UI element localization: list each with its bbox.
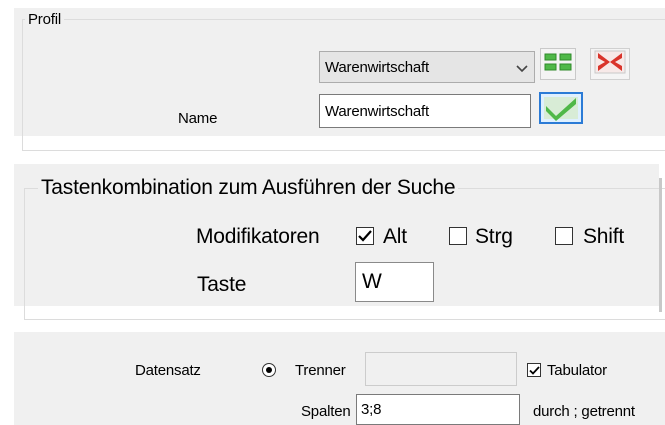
delete-profile-button[interactable] — [590, 48, 630, 80]
name-label: Name — [178, 110, 218, 127]
profile-group-label: Profil — [25, 12, 64, 27]
columns-input[interactable]: 3;8 — [356, 394, 520, 425]
key-label: Taste — [197, 273, 247, 296]
grid-icon — [544, 51, 572, 78]
chevron-down-icon — [516, 60, 528, 77]
right-scroll-edge — [659, 178, 662, 312]
separator-radio[interactable] — [262, 363, 276, 377]
shift-label: Shift — [583, 225, 625, 248]
shift-checkbox[interactable] — [555, 227, 573, 245]
record-label: Datensatz — [135, 362, 201, 379]
delete-x-icon — [594, 50, 626, 79]
profile-groupbox — [22, 19, 665, 151]
checkmark-icon — [539, 91, 583, 129]
separator-input[interactable] — [365, 352, 517, 386]
record-panel: Datensatz Trenner Tabulator Spalten 3;8 … — [14, 332, 665, 425]
hotkey-groupbox — [24, 188, 665, 320]
modifiers-label: Modifikatoren — [196, 225, 320, 248]
alt-checkbox[interactable] — [356, 227, 374, 245]
name-input[interactable]: Warenwirtschaft — [319, 94, 531, 128]
tabulator-checkbox[interactable] — [527, 363, 541, 377]
profile-select-value: Warenwirtschaft — [325, 58, 429, 76]
hotkey-group-label: Tastenkombination zum Ausführen der Such… — [38, 177, 459, 198]
alt-label: Alt — [383, 225, 407, 248]
confirm-name-button[interactable] — [539, 91, 583, 129]
profile-panel: Profil Warenwirtschaft Name Warenwirtsch… — [14, 8, 665, 151]
separator-label: Trenner — [295, 362, 346, 379]
key-input[interactable]: W — [355, 262, 434, 302]
strg-checkbox[interactable] — [449, 227, 467, 245]
tabulator-label: Tabulator — [547, 362, 607, 379]
hotkey-panel: Tastenkombination zum Ausführen der Such… — [14, 164, 665, 320]
grid-view-button[interactable] — [540, 48, 576, 80]
columns-hint: durch ; getrennt — [533, 403, 635, 420]
strg-label: Strg — [475, 225, 513, 248]
profile-select[interactable]: Warenwirtschaft — [319, 51, 535, 83]
columns-label: Spalten — [301, 403, 351, 420]
